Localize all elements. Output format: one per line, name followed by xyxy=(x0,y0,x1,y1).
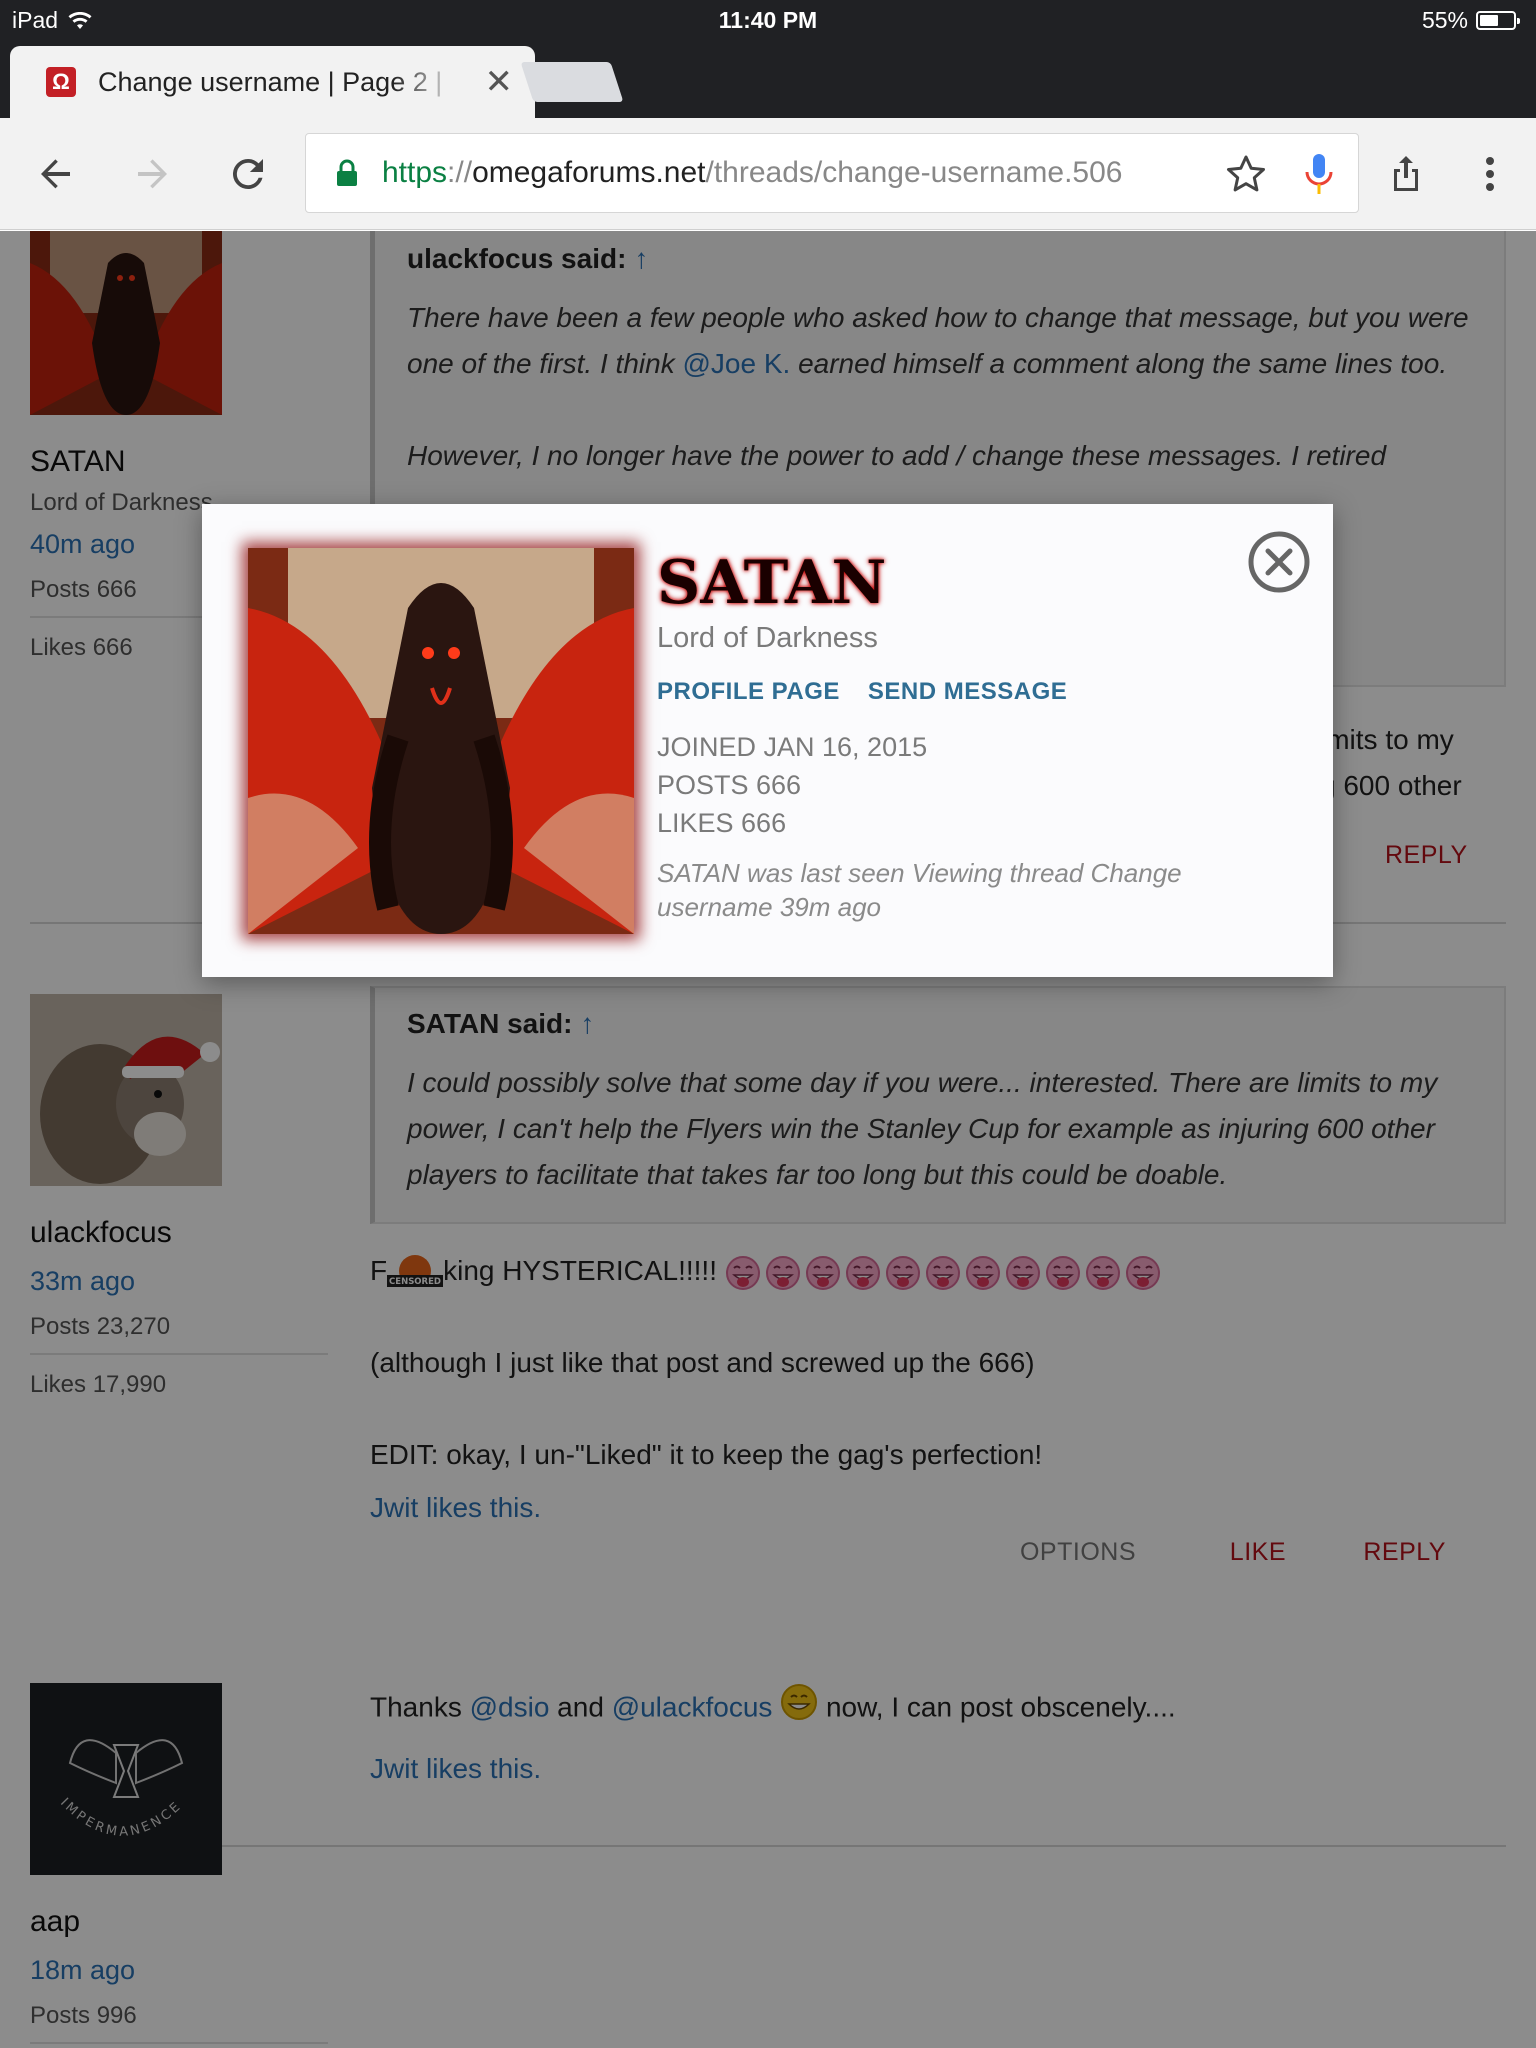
url-text: https://omegaforums.net/threads/change-u… xyxy=(382,156,1123,189)
omega-favicon-icon: Ω xyxy=(46,67,76,97)
lock-icon xyxy=(337,159,357,186)
profile-page-link[interactable]: PROFILE PAGE xyxy=(657,678,840,706)
browser-tab-active[interactable]: Ω Change username | Page 2 | ✕ xyxy=(10,46,535,118)
forward-button[interactable] xyxy=(124,146,180,202)
member-posts: POSTS 666 xyxy=(657,770,802,800)
member-avatar xyxy=(248,548,634,934)
bookmark-star-icon[interactable] xyxy=(1226,154,1266,194)
member-links: PROFILE PAGE SEND MESSAGE xyxy=(657,678,1067,706)
forward-arrow-icon xyxy=(138,159,167,189)
joined-date: JOINED JAN 16, 2015 xyxy=(657,732,928,762)
microphone-icon[interactable] xyxy=(1304,152,1334,196)
share-button[interactable] xyxy=(1378,146,1434,202)
new-tab-button[interactable] xyxy=(520,62,624,102)
send-message-link[interactable]: SEND MESSAGE xyxy=(868,678,1067,706)
tab-title: Change username | Page 2 | xyxy=(98,66,443,97)
battery-icon xyxy=(1476,11,1520,30)
member-name: SATAN xyxy=(657,548,887,618)
browser-toolbar: https://omegaforums.net/threads/change-u… xyxy=(0,118,1536,230)
reload-icon xyxy=(232,158,263,189)
member-likes: LIKES 666 xyxy=(657,808,787,838)
member-last-seen: SATAN was last seen Viewing thread Chang… xyxy=(657,858,1182,922)
member-title: Lord of Darkness xyxy=(657,622,878,654)
back-button[interactable] xyxy=(28,146,84,202)
back-arrow-icon xyxy=(41,159,70,189)
tab-close-icon[interactable]: ✕ xyxy=(485,65,514,99)
status-bar: iPad 11:40 PM 55% xyxy=(0,0,1536,42)
menu-button[interactable] xyxy=(1462,146,1518,202)
more-vert-icon xyxy=(1486,157,1494,191)
clock: 11:40 PM xyxy=(718,7,818,33)
address-bar[interactable]: https://omegaforums.net/threads/change-u… xyxy=(305,133,1359,213)
close-icon[interactable] xyxy=(1247,530,1311,594)
battery-percent: 55% xyxy=(1421,7,1468,33)
share-icon xyxy=(1394,156,1418,191)
tab-strip: Ω Change username | Page 2 | ✕ xyxy=(0,42,1536,118)
member-card-modal: SATAN Lord of Darkness PROFILE PAGE SEND… xyxy=(202,504,1333,977)
reload-button[interactable] xyxy=(220,146,276,202)
